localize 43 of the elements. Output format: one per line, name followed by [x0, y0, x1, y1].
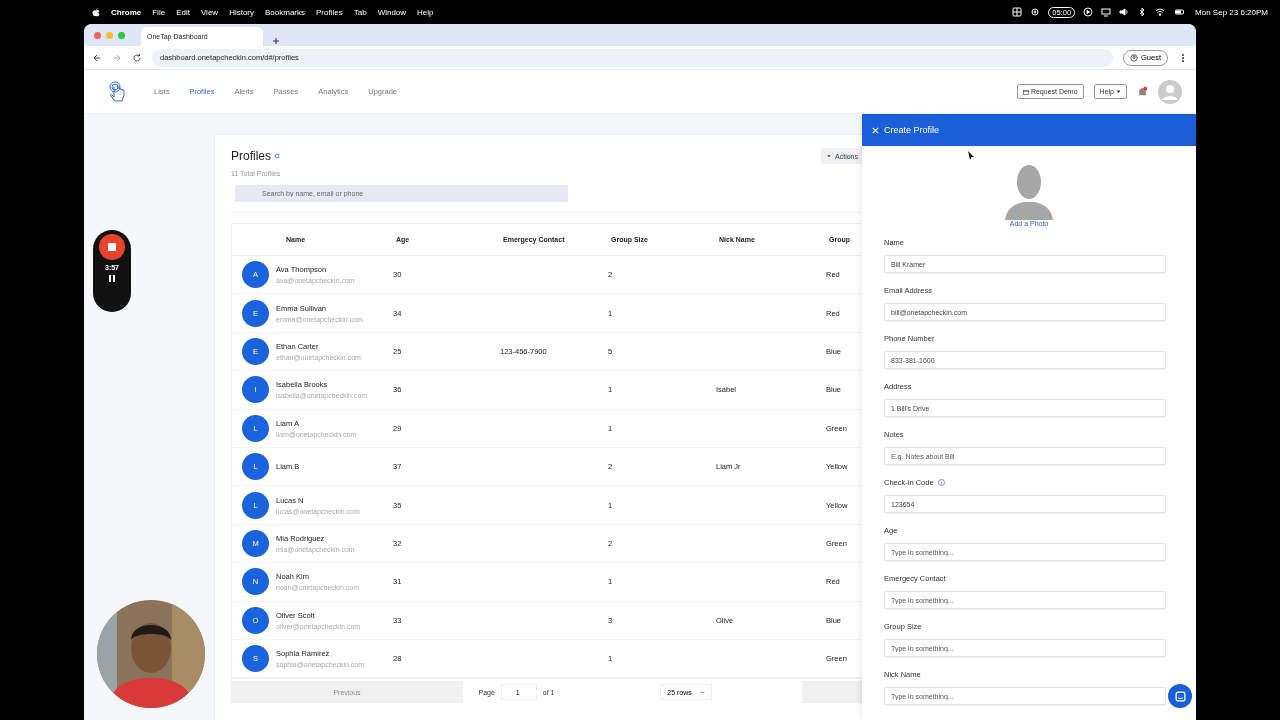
info-icon[interactable]	[937, 478, 945, 486]
menu-item[interactable]: Help	[417, 7, 434, 17]
bell-icon[interactable]	[1137, 86, 1148, 97]
back-arrow-icon	[92, 52, 102, 63]
person-silhouette-icon[interactable]	[1005, 162, 1053, 220]
refresh-icon[interactable]	[274, 153, 280, 159]
menu-item[interactable]: Edit	[176, 7, 190, 17]
menu-item[interactable]: Profiles	[316, 7, 343, 17]
menu-item[interactable]: History	[229, 7, 254, 17]
menu-item[interactable]: View	[200, 7, 219, 17]
menu-item[interactable]: Window	[377, 7, 407, 17]
page-title: Profiles	[231, 149, 271, 163]
menu-item[interactable]: File	[152, 7, 166, 17]
pause-icon[interactable]	[109, 275, 115, 282]
chat-icon	[1174, 690, 1186, 702]
person-icon	[1130, 53, 1138, 62]
monitor-icon	[1101, 7, 1112, 17]
stop-icon	[108, 243, 116, 251]
gear-icon	[1030, 7, 1041, 17]
zoom-window-button[interactable]	[118, 31, 125, 39]
chevron-down-icon	[699, 689, 705, 695]
close-icon	[871, 125, 880, 135]
volume-icon	[1119, 7, 1130, 17]
caret-icon	[827, 154, 832, 158]
wifi-icon	[1155, 7, 1166, 17]
calendar-icon	[1022, 88, 1029, 95]
tap-hand-logo[interactable]	[108, 80, 126, 103]
clock: Mon Sep 23 6:20PM	[1195, 7, 1268, 17]
caret-icon	[1116, 89, 1121, 94]
apple-icon[interactable]	[92, 7, 100, 17]
drawer-title: Create Profile	[884, 125, 940, 135]
menu-item[interactable]: Tab	[353, 7, 367, 17]
reload-icon	[132, 52, 142, 63]
pointer-cursor-icon	[968, 151, 974, 160]
stop-recording-button[interactable]	[99, 234, 125, 260]
grid-icon	[1012, 7, 1023, 17]
play-icon	[1083, 7, 1094, 17]
close-window-button[interactable]	[94, 31, 101, 39]
plus-icon	[271, 36, 281, 46]
close-button[interactable]	[871, 125, 880, 135]
forward-arrow-icon	[112, 52, 122, 63]
app-menu[interactable]: Chrome	[111, 7, 142, 17]
menu-item[interactable]: Bookmarks	[265, 7, 306, 17]
